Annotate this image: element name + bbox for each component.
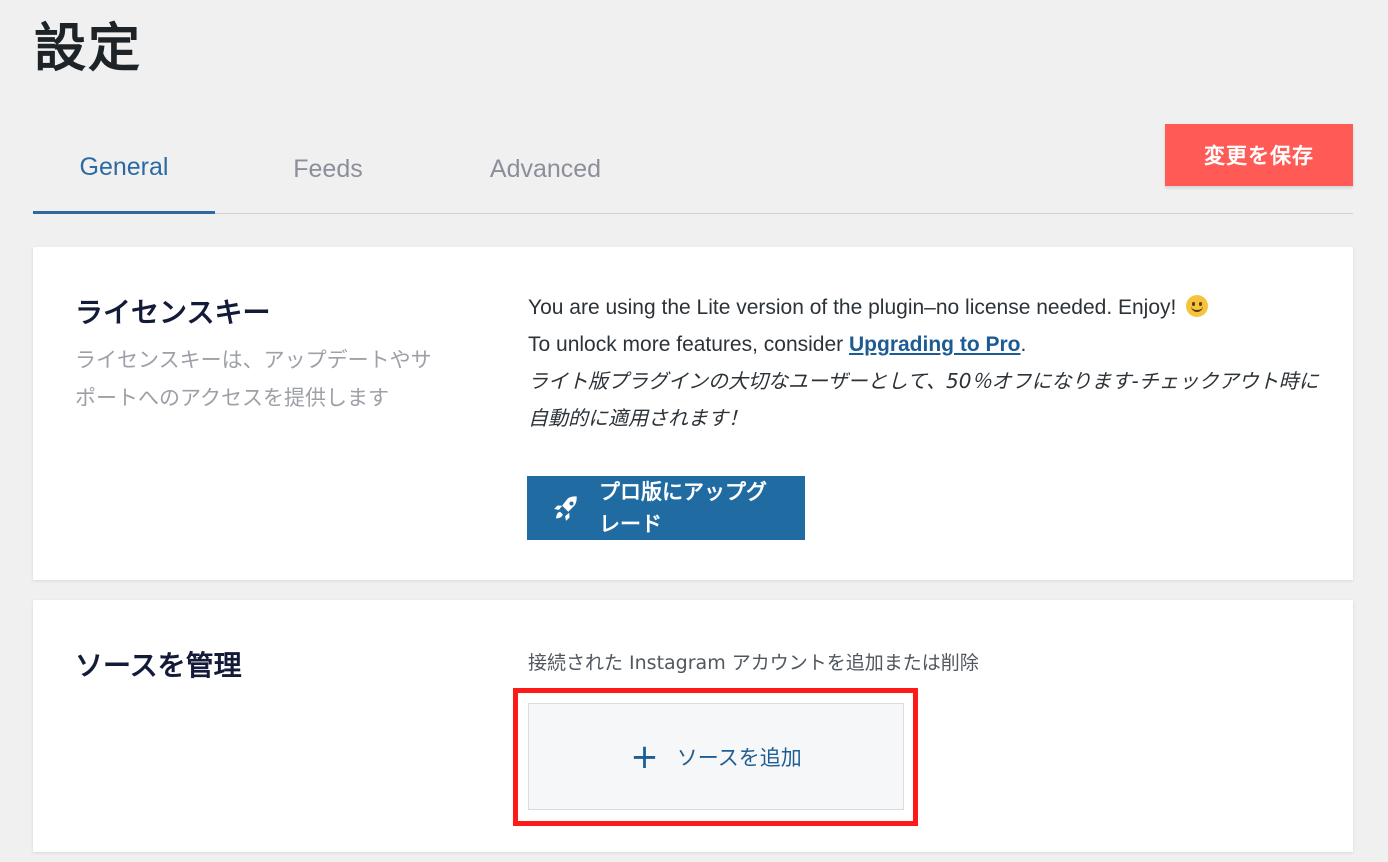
license-heading: ライセンスキー: [75, 296, 271, 329]
sources-heading: ソースを管理: [75, 649, 242, 682]
upgrade-to-pro-link[interactable]: Upgrading to Pro: [849, 333, 1021, 356]
license-description: ライセンスキーは、アップデートやサポートへのアクセスを提供します: [75, 348, 432, 410]
unlock-suffix: .: [1020, 333, 1027, 356]
add-source-button[interactable]: + ソースを追加: [528, 703, 904, 810]
unlock-text: To unlock more features, consider: [528, 333, 849, 356]
tab-feeds[interactable]: Feeds: [263, 124, 393, 214]
tab-general[interactable]: General: [33, 124, 215, 214]
add-source-label: ソースを追加: [676, 745, 802, 770]
rocket-icon: [551, 494, 581, 533]
plus-icon: +: [630, 736, 659, 777]
upgrade-to-pro-button[interactable]: プロ版にアップグレード: [527, 476, 805, 540]
tab-advanced[interactable]: Advanced: [463, 124, 628, 214]
smile-icon: [1186, 295, 1209, 317]
save-changes-button[interactable]: 変更を保存: [1165, 124, 1353, 186]
page-title: 設定: [34, 19, 143, 79]
lite-notice: You are using the Lite version of the pl…: [528, 296, 1177, 319]
license-info: You are using the Lite version of the pl…: [528, 289, 1328, 437]
discount-promo: ライト版プラグインの大切なユーザーとして、50％オフになります-チェックアウト時…: [528, 369, 1319, 430]
settings-tabs: General Feeds Advanced: [33, 124, 1353, 214]
upgrade-button-label: プロ版にアップグレード: [599, 480, 767, 536]
license-card: ライセンスキー ライセンスキーは、アップデートやサポートへのアクセスを提供します…: [33, 247, 1353, 580]
sources-subtitle: 接続された Instagram アカウントを追加または削除: [528, 652, 979, 674]
manage-sources-card: ソースを管理 接続された Instagram アカウントを追加または削除 + ソ…: [33, 600, 1353, 852]
